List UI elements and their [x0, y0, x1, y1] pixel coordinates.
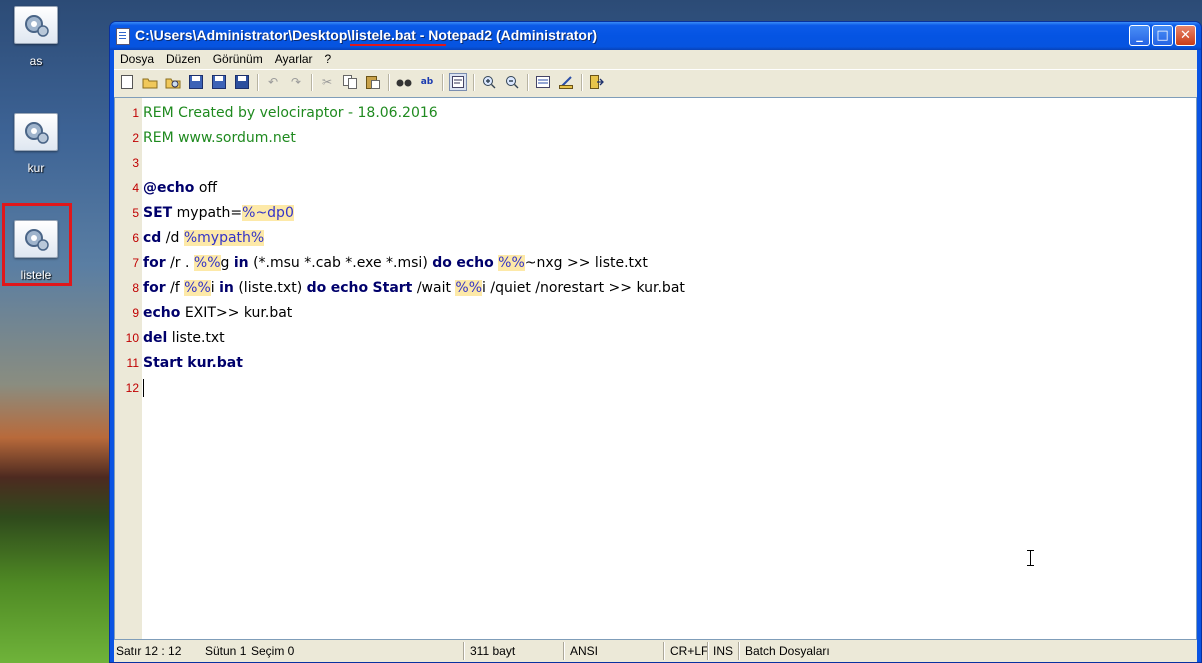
menu-dosya[interactable]: Dosya	[114, 50, 160, 66]
menu-gorunum[interactable]: Görünüm	[207, 50, 269, 66]
code-text: cd /d %mypath%	[143, 230, 265, 246]
line-number: 4	[132, 181, 139, 195]
maximize-button[interactable]: □	[1152, 25, 1173, 46]
paste-icon[interactable]	[364, 73, 382, 91]
code-line: 1 REM Created by velociraptor - 18.06.201…	[132, 101, 685, 126]
scheme-icon[interactable]	[534, 73, 552, 91]
toolbar: ↶ ↷ ✂ ab	[114, 69, 1197, 96]
code-line: 6 cd /d %mypath%	[132, 226, 685, 251]
text-caret	[143, 379, 144, 397]
save-copy-icon[interactable]	[187, 73, 205, 91]
status-size: 311 bayt	[470, 644, 516, 658]
code-text: echo EXIT>> kur.bat	[143, 305, 293, 321]
title-bar[interactable]: C:\Users\Administrator\Desktop\listele.b…	[110, 22, 1201, 50]
minimize-button[interactable]: _	[1129, 25, 1150, 46]
code-text: for /f %%i in (liste.txt) do echo Start …	[143, 280, 685, 296]
code-line: 8 for /f %%i in (liste.txt) do echo Start…	[132, 276, 685, 301]
new-file-icon[interactable]	[118, 73, 136, 91]
code-line: 3	[132, 151, 685, 176]
code-text: SET mypath=%~dp0	[143, 205, 294, 221]
line-number: 12	[125, 381, 139, 395]
line-number: 8	[132, 281, 139, 295]
code-line: 7 for /r . %%g in (*.msu *.cab *.exe *.ms…	[132, 251, 685, 276]
find-icon[interactable]	[395, 73, 413, 91]
minimize-icon: _	[1136, 28, 1143, 43]
close-button[interactable]: ✕	[1175, 25, 1196, 46]
menu-help[interactable]: ?	[319, 50, 338, 66]
line-number: 9	[132, 306, 139, 320]
browse-icon[interactable]	[164, 73, 182, 91]
word-wrap-icon[interactable]	[449, 73, 467, 91]
code-text: REM Created by velociraptor - 18.06.2016	[143, 105, 438, 121]
code-text: del liste.txt	[143, 330, 225, 346]
menu-duzen[interactable]: Düzen	[160, 50, 207, 66]
cut-icon[interactable]: ✂	[318, 73, 336, 91]
title-annotation-underline	[350, 44, 446, 46]
line-number: 1	[132, 106, 139, 120]
code-line: 5 SET mypath=%~dp0	[132, 201, 685, 226]
code-line: 12	[126, 376, 685, 401]
batch-file-icon	[14, 6, 58, 44]
line-number: 7	[132, 256, 139, 270]
batch-file-icon	[14, 113, 58, 151]
line-number: 5	[132, 206, 139, 220]
desktop-icon-label: kur	[27, 161, 45, 175]
redo-icon[interactable]: ↷	[287, 73, 305, 91]
notepad2-window: C:\Users\Administrator\Desktop\listele.b…	[109, 21, 1202, 663]
window-title: C:\Users\Administrator\Desktop\listele.b…	[135, 27, 598, 43]
status-selection: Seçim 0	[251, 644, 295, 658]
code-text: for /r . %%g in (*.msu *.cab *.exe *.msi…	[143, 255, 648, 271]
open-file-icon[interactable]	[141, 73, 159, 91]
customize-icon[interactable]	[557, 73, 575, 91]
replace-icon[interactable]: ab	[418, 73, 436, 91]
code-lines: 1 REM Created by velociraptor - 18.06.201…	[126, 101, 685, 401]
status-encoding[interactable]: ANSI	[570, 644, 598, 658]
menu-bar: Dosya Düzen Görünüm Ayarlar?	[114, 50, 1197, 68]
close-icon: ✕	[1180, 28, 1191, 43]
code-text: REM www.sordum.net	[143, 130, 296, 146]
status-eol[interactable]: CR+LF	[670, 644, 708, 658]
ibeam-cursor-icon	[1027, 550, 1034, 566]
desktop-icon-kur[interactable]: kur	[0, 107, 72, 175]
copy-icon[interactable]	[341, 73, 359, 91]
code-line: 4 @echo off	[132, 176, 685, 201]
line-number: 11	[126, 356, 139, 370]
code-text: @echo off	[143, 180, 218, 196]
window-client: Dosya Düzen Görünüm Ayarlar? ↶ ↷ ✂ ab 1 …	[114, 50, 1197, 662]
status-column: Sütun 1	[205, 644, 247, 658]
code-text: Start kur.bat	[143, 355, 243, 371]
status-bar: Satır 12 : 12 Sütun 1 Seçim 0 311 bayt A…	[114, 640, 1197, 662]
desktop-icon-label: as	[29, 54, 43, 68]
desktop-icon-as[interactable]: as	[0, 0, 72, 68]
save-icon[interactable]	[210, 73, 228, 91]
code-line: 2 REM www.sordum.net	[132, 126, 685, 151]
status-scheme[interactable]: Batch Dosyaları	[745, 644, 830, 658]
line-number: 10	[125, 331, 139, 345]
undo-icon[interactable]: ↶	[264, 73, 282, 91]
menu-ayarlar[interactable]: Ayarlar	[269, 50, 319, 66]
text-editor[interactable]: 1 REM Created by velociraptor - 18.06.201…	[114, 97, 1197, 640]
line-number: 2	[132, 131, 139, 145]
maximize-icon: □	[1156, 28, 1169, 43]
line-number: 3	[132, 156, 139, 170]
code-line: 11 Start kur.bat	[127, 351, 685, 376]
status-mode[interactable]: INS	[713, 644, 733, 658]
zoom-in-icon[interactable]	[480, 73, 498, 91]
selection-highlight	[2, 203, 72, 286]
line-number: 6	[132, 231, 139, 245]
exit-icon[interactable]	[588, 73, 606, 91]
code-line: 9 echo EXIT>> kur.bat	[132, 301, 685, 326]
zoom-out-icon[interactable]	[503, 73, 521, 91]
save-as-icon[interactable]	[233, 73, 251, 91]
code-line: 10 del liste.txt	[126, 326, 685, 351]
status-position: Satır 12 : 12	[116, 644, 182, 658]
notepad-app-icon	[116, 28, 130, 45]
